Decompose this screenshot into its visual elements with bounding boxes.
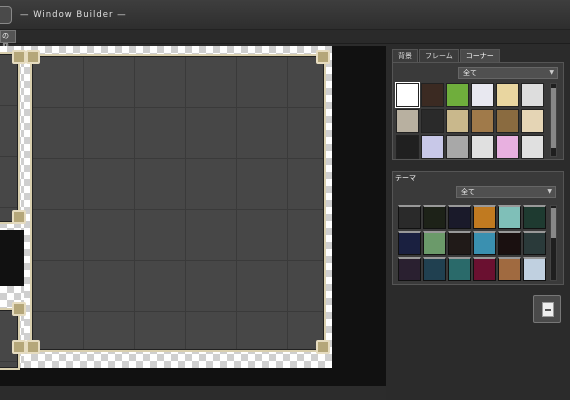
corner-swatch[interactable] [471, 109, 494, 133]
menu-button[interactable] [0, 6, 12, 24]
theme-swatch[interactable] [523, 231, 546, 255]
corner-swatch[interactable] [396, 109, 419, 133]
corner-bottom-left[interactable] [26, 340, 40, 354]
corner-filter-dropdown[interactable]: 全て ▼ [458, 67, 558, 79]
corner-top-left[interactable] [26, 50, 40, 64]
tab-bar: 背景 フレーム コーナー [392, 49, 501, 63]
theme-swatch[interactable] [423, 257, 446, 281]
corner-swatch[interactable] [496, 135, 519, 159]
theme-swatch[interactable] [523, 205, 546, 229]
corner-swatch[interactable] [446, 109, 469, 133]
save-button[interactable] [533, 295, 561, 323]
corner-swatch[interactable] [446, 83, 469, 107]
corner-swatch[interactable] [496, 83, 519, 107]
tab-corner[interactable]: コーナー [459, 49, 500, 63]
theme-swatch[interactable] [523, 257, 546, 281]
corner-left-bottom[interactable] [12, 340, 26, 354]
theme-swatch[interactable] [423, 231, 446, 255]
corner-swatch[interactable] [395, 82, 420, 108]
corner-scrollbar-thumb[interactable] [551, 88, 556, 148]
theme-swatch[interactable] [448, 257, 471, 281]
theme-swatch[interactable] [473, 257, 496, 281]
theme-swatch[interactable] [498, 205, 521, 229]
corner-swatch[interactable] [421, 83, 444, 107]
theme-swatch[interactable] [423, 205, 446, 229]
corner-top-right[interactable] [316, 50, 330, 64]
corner-left-top[interactable] [12, 50, 26, 64]
corner-swatch[interactable] [421, 135, 444, 159]
corner-bottom-right[interactable] [316, 340, 330, 354]
theme-filter-value: 全て [461, 188, 475, 196]
corner-scrollbar[interactable] [550, 83, 557, 157]
tab-background[interactable]: 背景 [392, 49, 418, 63]
toolbar-button[interactable]: の冊 [0, 30, 16, 51]
theme-swatch[interactable] [398, 231, 421, 255]
corner-left-lower[interactable] [12, 302, 26, 316]
theme-swatch[interactable] [498, 257, 521, 281]
theme-swatch[interactable] [473, 231, 496, 255]
toolbar: の冊 [0, 30, 570, 51]
theme-swatch[interactable] [498, 231, 521, 255]
theme-scrollbar-thumb[interactable] [551, 208, 556, 238]
chevron-down-icon: ▼ [547, 188, 552, 195]
theme-scrollbar[interactable] [550, 205, 557, 281]
save-icon [542, 302, 554, 317]
corner-swatch[interactable] [521, 109, 544, 133]
corner-swatch[interactable] [521, 135, 544, 159]
preview-window-left-top [0, 52, 20, 224]
theme-swatch[interactable] [448, 231, 471, 255]
theme-heading: テーマ [392, 171, 564, 183]
corner-swatch[interactable] [471, 135, 494, 159]
chevron-down-icon: ▼ [549, 69, 554, 76]
corner-swatch[interactable] [446, 135, 469, 159]
title-bar: — Window Builder — [0, 0, 570, 30]
corner-swatch[interactable] [421, 109, 444, 133]
corner-swatch-grid [395, 82, 548, 159]
canvas-area[interactable] [0, 46, 386, 386]
theme-filter-dropdown[interactable]: 全て ▼ [456, 186, 556, 198]
corner-swatch[interactable] [496, 109, 519, 133]
theme-swatch[interactable] [448, 205, 471, 229]
theme-swatch-grid [398, 205, 548, 281]
preview-window[interactable] [30, 54, 326, 352]
corner-swatch[interactable] [396, 135, 419, 159]
theme-swatch[interactable] [473, 205, 496, 229]
corner-filter-value: 全て [463, 69, 477, 77]
preview-window-left-bottom [0, 308, 20, 370]
tab-frame[interactable]: フレーム [419, 49, 459, 63]
corner-swatch[interactable] [521, 83, 544, 107]
corner-swatch[interactable] [471, 83, 494, 107]
corner-left-mid[interactable] [12, 210, 26, 224]
window-title: — Window Builder — [20, 10, 127, 20]
theme-swatch[interactable] [398, 205, 421, 229]
theme-swatch[interactable] [398, 257, 421, 281]
